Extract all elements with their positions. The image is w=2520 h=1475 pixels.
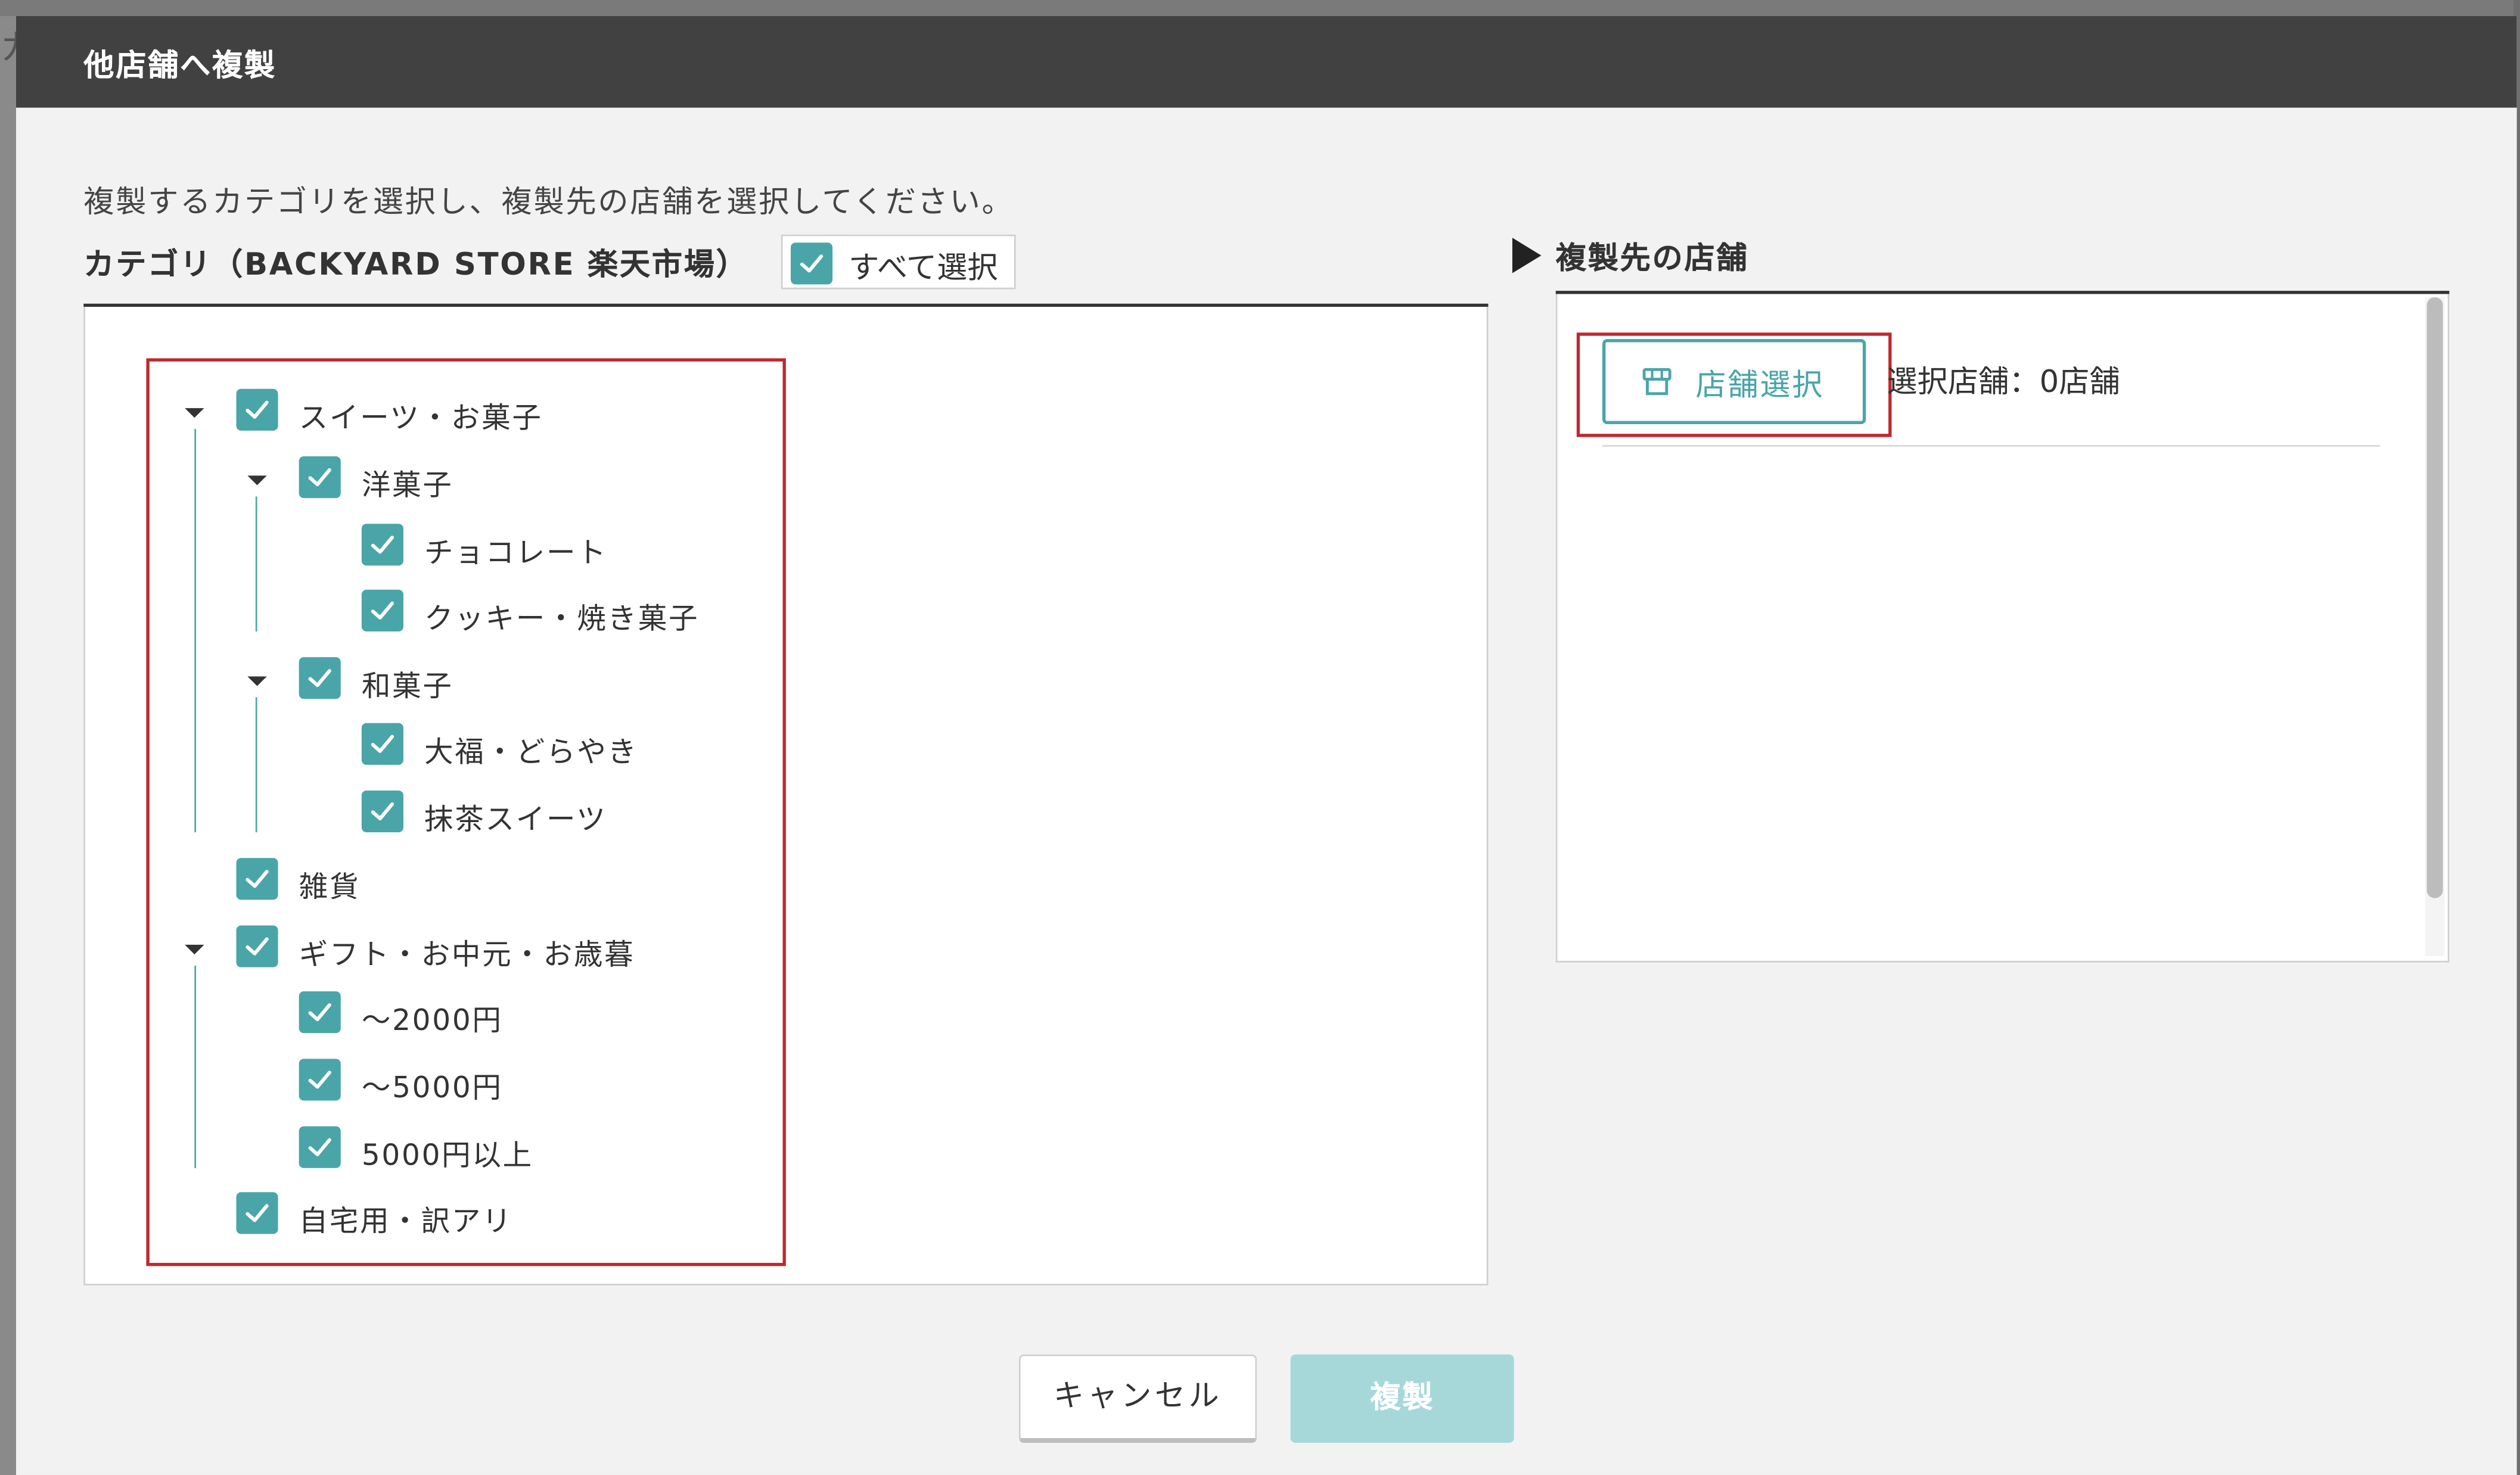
tree-item-label: ～5000円 [361, 1071, 503, 1106]
tree-item-label: クッキー・焼き菓子 [424, 602, 700, 637]
tree-guide-line [194, 965, 197, 1168]
checkbox-checked-icon [361, 790, 403, 833]
checkbox-checked-icon [299, 1126, 341, 1168]
selected-store-count: 選択店舗：0店舗 [1887, 365, 2120, 400]
backdrop-text: カ [0, 19, 16, 70]
checkbox-checked-icon [236, 858, 278, 900]
store-select-button[interactable]: 店舗選択 [1602, 339, 1866, 425]
checkbox-checked-icon [299, 456, 341, 499]
play-triangle-icon [1512, 238, 1542, 273]
tree-item-label: 抹茶スイーツ [424, 803, 607, 838]
caret-down-icon[interactable] [185, 408, 204, 418]
category-tree-panel: スイーツ・お菓子 洋菓子 チョコレート クッキー・焼き菓子 和菓子 大福・どらや… [83, 307, 1489, 1286]
tree-guide-line [255, 496, 257, 631]
checkbox-checked-icon [299, 991, 341, 1034]
backdrop [0, 0, 2520, 16]
tree-item-label: チョコレート [424, 536, 608, 571]
tree-item-label: 大福・どらやき [424, 736, 638, 770]
checkbox-checked-icon [361, 524, 403, 566]
scrollbar-thumb[interactable] [2426, 297, 2443, 898]
dialog-header: 他店舗へ複製 [15, 15, 2517, 108]
tree-item-label: ～2000円 [361, 1004, 503, 1038]
copy-button[interactable]: 複製 [1290, 1354, 1514, 1443]
caret-down-icon[interactable] [247, 475, 267, 486]
screen: カ 他店舗へ複製 複製するカテゴリを選択し、複製先の店舗を選択してください。 カ… [0, 0, 2520, 1475]
category-heading: カテゴリ（BACKYARD STORE 楽天市場） [83, 247, 748, 283]
destination-panel: 店舗選択 選択店舗：0店舗 [1555, 294, 2450, 963]
checkbox-checked-icon [236, 1192, 278, 1234]
store-icon [1642, 368, 1671, 396]
destination-heading: 複製先の店舗 [1555, 241, 1749, 276]
destination-scrollbar[interactable] [2425, 297, 2445, 956]
checkbox-checked-icon [299, 1059, 341, 1101]
tree-item-label: スイーツ・お菓子 [299, 402, 543, 435]
cancel-button[interactable]: キャンセル [1018, 1354, 1257, 1443]
select-all-label: すべて選択 [849, 250, 998, 287]
destination-divider [1602, 445, 2381, 447]
instruction-text: 複製するカテゴリを選択し、複製先の店舗を選択してください。 [83, 185, 1014, 220]
dialog-title: 他店舗へ複製 [83, 48, 276, 84]
tree-item-label: 和菓子 [361, 670, 453, 704]
tree-item-label: 洋菓子 [361, 469, 453, 503]
caret-down-icon[interactable] [185, 944, 204, 955]
checkbox-checked-icon [361, 589, 403, 631]
tree-item-label: 雑貨 [299, 870, 361, 905]
tree-item-label: ギフト・お中元・お歳暮 [299, 938, 635, 972]
caret-down-icon[interactable] [247, 676, 267, 686]
checkbox-checked-icon [299, 657, 341, 699]
checkbox-checked-icon [236, 925, 278, 967]
checkbox-checked-icon [236, 388, 278, 431]
store-select-button-label: 店舗選択 [1695, 368, 1825, 403]
copy-to-other-store-dialog: 他店舗へ複製 複製するカテゴリを選択し、複製先の店舗を選択してください。 カテゴ… [15, 15, 2517, 1475]
select-all-checkbox[interactable]: すべて選択 [781, 234, 1016, 290]
tree-item-label: 5000円以上 [361, 1139, 533, 1173]
tree-guide-line [194, 429, 197, 833]
checkbox-checked-icon [361, 723, 403, 765]
tree-guide-line [255, 697, 257, 833]
tree-item-label: 自宅用・訳アリ [299, 1205, 513, 1239]
checkbox-checked-icon [790, 242, 833, 285]
